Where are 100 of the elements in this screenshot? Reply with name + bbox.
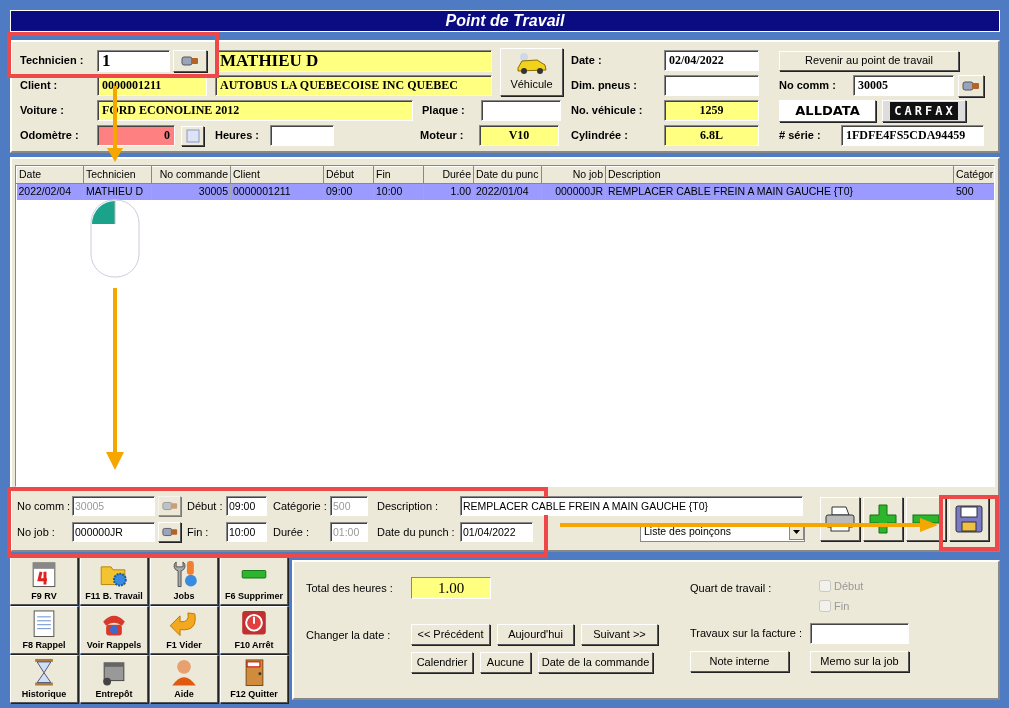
save-button[interactable] [949, 497, 989, 541]
serial-number-field[interactable]: 1FDFE4FS5CDA94459 [841, 125, 984, 146]
vehicle-number-field: 1259 [664, 100, 759, 121]
order-number-field[interactable]: 30005 [853, 75, 954, 96]
client-name-field: AUTOBUS LA QUEBECOISE INC QUEBEC [215, 75, 492, 96]
function-key-button[interactable]: F1 Vider [150, 606, 218, 654]
highlight-frame [939, 495, 999, 551]
punch-date-field[interactable]: 01/04/2022 [460, 522, 533, 542]
field-label: Technicien : [20, 53, 85, 69]
column-header[interactable]: Description [605, 166, 954, 184]
engine-field: V10 [479, 125, 559, 146]
function-key-button[interactable]: F12 Quitter [220, 655, 288, 703]
field-label: No comm : [779, 78, 837, 94]
plus-icon [869, 504, 897, 534]
flashlight-icon [161, 500, 178, 512]
start-time-field[interactable]: 09:00 [226, 496, 267, 516]
function-key-button[interactable]: Jobs [150, 557, 218, 605]
field-label: No comm : [17, 498, 72, 514]
date-button[interactable]: Aujourd'hui [497, 624, 574, 645]
date-button[interactable]: Date de la commande [538, 652, 653, 673]
plate-field[interactable] [481, 100, 561, 121]
date-button[interactable]: Aucune [480, 652, 531, 673]
field-label: Voiture : [20, 103, 65, 119]
floppy-icon [954, 504, 984, 534]
column-header[interactable]: Durée [423, 166, 474, 184]
date-field[interactable]: 02/04/2022 [664, 50, 759, 71]
window-title: Point de Travail [10, 10, 1000, 32]
function-key-button[interactable]: F9 RV [10, 557, 78, 605]
field-label: Moteur : [420, 128, 465, 144]
tire-size-field[interactable] [664, 75, 759, 96]
lookup-button[interactable] [158, 522, 181, 542]
field-label: Début : [187, 498, 224, 514]
date-button[interactable]: Suivant >> [581, 624, 658, 645]
job-number-field[interactable]: 000000JR [72, 522, 155, 542]
invoice-work-field[interactable] [810, 623, 909, 644]
hours-field[interactable] [270, 125, 334, 146]
column-header[interactable]: Début [323, 166, 374, 184]
field-label: Description : [377, 498, 440, 514]
field-label: Plaque : [422, 103, 466, 119]
checkbox-label: Début [834, 578, 864, 594]
function-key-button[interactable]: Aide [150, 655, 218, 703]
lookup-button[interactable] [958, 74, 984, 97]
add-button[interactable] [863, 497, 903, 541]
column-header[interactable]: Date [16, 166, 84, 184]
field-label: Odomètre : [20, 128, 80, 144]
column-header[interactable]: No job [541, 166, 606, 184]
field-label: # série : [779, 128, 822, 144]
field-label: Date : [571, 53, 603, 69]
function-key-button[interactable]: Historique [10, 655, 78, 703]
carfax-button[interactable]: CARFAX [882, 99, 966, 122]
return-button[interactable]: Revenir au point de travail [779, 50, 959, 71]
column-header[interactable]: Technicien [83, 166, 152, 184]
column-header[interactable]: Date du punc [473, 166, 542, 184]
field-label: No. véhicule : [571, 103, 644, 119]
note-button[interactable]: Memo sur la job [810, 651, 909, 672]
field-label: Fin : [187, 524, 210, 540]
end-time-field[interactable]: 10:00 [226, 522, 267, 542]
field-label: Durée : [273, 524, 311, 540]
print-button[interactable] [820, 497, 860, 541]
column-header[interactable]: Client [230, 166, 324, 184]
field-label: Cylindrée : [571, 128, 629, 144]
date-button[interactable]: Calendrier [411, 652, 473, 673]
field-label: Changer la date : [306, 628, 392, 643]
function-key-button[interactable]: Entrepôt [80, 655, 148, 703]
description-field[interactable]: REMPLACER CABLE FREIN A MAIN GAUCHE {T0} [460, 496, 803, 516]
flashlight-icon [962, 79, 980, 92]
column-header[interactable]: Fin [373, 166, 424, 184]
car-icon [514, 51, 549, 76]
field-label: Client : [20, 78, 59, 94]
field-label: Dim. pneus : [571, 78, 638, 94]
field-label: Quart de travail : [690, 581, 773, 596]
vehicle-button[interactable]: Véhicule [500, 48, 563, 96]
function-key-button[interactable]: Voir Rappels [80, 606, 148, 654]
bar-icon [241, 570, 267, 579]
square-button[interactable] [181, 125, 204, 146]
printer-icon [824, 505, 856, 533]
flashlight-icon [181, 54, 199, 67]
field-label: Travaux sur la facture : [690, 626, 804, 642]
field-label: Total des heures : [306, 580, 394, 596]
function-key-button[interactable]: F8 Rappel [10, 606, 78, 654]
column-header[interactable]: No commande [151, 166, 231, 184]
flashlight-icon [161, 526, 178, 538]
technician-field[interactable]: 1 [97, 49, 170, 72]
function-key-button[interactable]: F10 Arrêt [220, 606, 288, 654]
alldata-button[interactable]: ALLDATA [779, 99, 876, 122]
function-key-button[interactable]: F6 Supprimer [220, 557, 288, 605]
note-button[interactable]: Note interne [690, 651, 789, 672]
field-label: Catégorie : [273, 498, 328, 514]
field-label: Date du punch : [377, 524, 456, 540]
function-key-button[interactable]: F11 B. Travail [80, 557, 148, 605]
odometer-field: 0 [97, 125, 175, 146]
displacement-field: 6.8L [664, 125, 759, 146]
field-label: Heures : [215, 128, 261, 144]
column-header[interactable]: Catégor [953, 166, 994, 184]
field-label: No job : [17, 524, 56, 540]
total-hours-field: 1.00 [411, 577, 491, 599]
square-icon [185, 128, 200, 143]
lookup-button[interactable] [173, 49, 207, 72]
checkbox-label: Fin [834, 598, 850, 614]
date-button[interactable]: << Précédent [411, 624, 490, 645]
